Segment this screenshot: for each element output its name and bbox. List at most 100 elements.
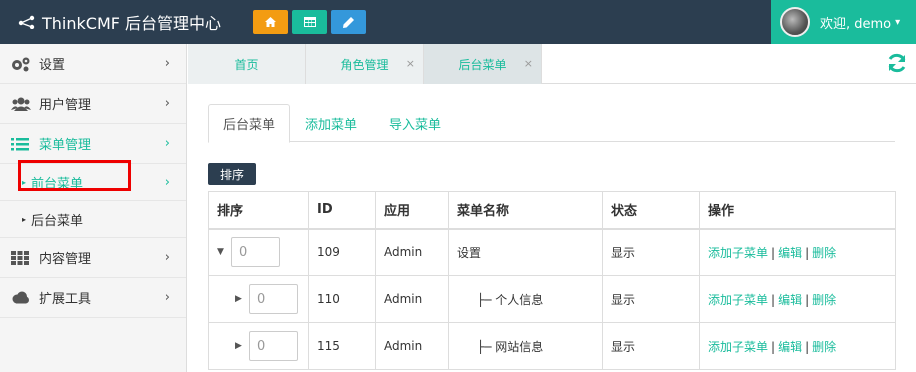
sidebar-item-label: 用户管理 xyxy=(39,98,92,113)
separator: | xyxy=(805,292,810,307)
sidebar-item-label: 内容管理 xyxy=(39,252,92,267)
collapse-arrow-icon[interactable]: ▼ xyxy=(217,247,231,257)
separator: | xyxy=(805,339,810,354)
column-header-app: 应用 xyxy=(375,191,449,230)
sidebar-item-settings[interactable]: 设置 › xyxy=(0,44,186,84)
column-header-menu-name: 菜单名称 xyxy=(448,191,603,230)
users-icon xyxy=(11,96,31,112)
avatar xyxy=(780,7,810,37)
sidebar: 设置 › 用户管理 › 菜单管理 › ▸ 前台菜单 › ▸ 后台菜单 内容管理 … xyxy=(0,44,187,372)
menu-table: 排序 ID 应用 菜单名称 状态 操作 ▼ 0 109 Admin 设置 显示 … xyxy=(208,191,896,370)
tab-label: 首页 xyxy=(234,57,259,72)
separator: | xyxy=(771,292,776,307)
sidebar-item-label: 扩展工具 xyxy=(39,292,92,307)
sidebar-item-label: 设置 xyxy=(39,58,66,73)
user-menu[interactable]: 欢迎, demo ▾ xyxy=(771,0,916,44)
status-cell: 显示 xyxy=(602,322,700,370)
order-input[interactable]: 0 xyxy=(249,331,298,361)
close-icon[interactable]: × xyxy=(524,57,533,70)
refresh-icon xyxy=(888,53,906,73)
th-icon xyxy=(11,250,31,265)
app-cell: Admin xyxy=(375,228,449,276)
order-input[interactable]: 0 xyxy=(231,237,280,268)
id-cell: 109 xyxy=(308,228,376,276)
highlight-box xyxy=(18,160,131,191)
sidebar-item-label: 菜单管理 xyxy=(39,138,92,153)
separator: | xyxy=(771,339,776,354)
tab-home[interactable]: 首页 xyxy=(188,44,306,84)
subtab-add-menu[interactable]: 添加菜单 xyxy=(291,104,371,142)
app-cell: Admin xyxy=(375,275,449,323)
top-navbar: ThinkCMF 后台管理中心 欢迎, demo ▾ xyxy=(0,0,916,44)
sidebar-item-content[interactable]: 内容管理 › xyxy=(0,238,186,278)
brand[interactable]: ThinkCMF 后台管理中心 xyxy=(18,0,221,44)
delete-link[interactable]: 删除 xyxy=(812,293,836,307)
home-button[interactable] xyxy=(253,10,288,34)
main-content: 后台菜单 添加菜单 导入菜单 排序 排序 ID 应用 菜单名称 状态 操作 ▼ … xyxy=(188,84,916,372)
close-icon[interactable]: × xyxy=(406,57,415,70)
delete-link[interactable]: 删除 xyxy=(812,340,836,354)
sidebar-subitem-label: 后台菜单 xyxy=(31,213,84,229)
tab-label: 角色管理 xyxy=(340,57,389,72)
grid-icon xyxy=(303,17,316,27)
status-cell: 显示 xyxy=(602,275,700,323)
chevron-right-icon: › xyxy=(164,56,170,71)
column-header-order: 排序 xyxy=(208,191,309,230)
list-icon xyxy=(11,137,31,151)
separator: | xyxy=(805,245,810,260)
column-header-status: 状态 xyxy=(602,191,700,230)
add-child-link[interactable]: 添加子菜单 xyxy=(708,246,768,260)
table-row: ▼ 0 109 Admin 设置 显示 添加子菜单 | 编辑 | 删除 xyxy=(208,228,896,276)
home-icon xyxy=(265,17,276,27)
add-child-link[interactable]: 添加子菜单 xyxy=(708,293,768,307)
separator: | xyxy=(771,245,776,260)
order-cell: ▼ 0 xyxy=(217,237,308,268)
table-header-row: 排序 ID 应用 菜单名称 状态 操作 xyxy=(208,191,896,230)
tab-admin-menu[interactable]: 后台菜单 × xyxy=(424,44,542,84)
menu-name-cell: 设置 xyxy=(448,228,603,276)
order-input[interactable]: 0 xyxy=(249,284,298,314)
share-icon xyxy=(18,15,35,29)
subtab-admin-menu[interactable]: 后台菜单 xyxy=(208,104,291,143)
sidebar-item-menus[interactable]: 菜单管理 › xyxy=(0,124,186,164)
expand-arrow-icon[interactable]: ▶ xyxy=(235,341,249,351)
cloud-icon xyxy=(11,291,31,304)
user-greeting: 欢迎, demo xyxy=(820,16,892,32)
expand-arrow-icon[interactable]: ▶ xyxy=(235,294,249,304)
edit-link[interactable]: 编辑 xyxy=(778,246,802,260)
edit-link[interactable]: 编辑 xyxy=(778,293,802,307)
menu-name-cell: ├─ 网站信息 xyxy=(448,322,603,370)
status-cell: 显示 xyxy=(602,228,700,276)
chevron-right-icon: › xyxy=(164,96,170,111)
table-row: ▶ 0 110 Admin ├─ 个人信息 显示 添加子菜单 | 编辑 | 删除 xyxy=(208,275,896,323)
delete-link[interactable]: 删除 xyxy=(812,246,836,260)
sidebar-subitem-admin-menu[interactable]: ▸ 后台菜单 xyxy=(0,201,186,238)
refresh-button[interactable] xyxy=(886,52,908,78)
sidebar-item-users[interactable]: 用户管理 › xyxy=(0,84,186,124)
sort-button[interactable]: 排序 xyxy=(208,163,256,185)
edit-link[interactable]: 编辑 xyxy=(778,340,802,354)
chevron-right-icon: › xyxy=(164,250,170,265)
chevron-right-icon: › xyxy=(164,136,170,151)
order-cell: ▶ 0 xyxy=(217,284,308,314)
column-header-actions: 操作 xyxy=(699,191,896,230)
chevron-right-icon: › xyxy=(164,175,170,190)
actions-cell: 添加子菜单 | 编辑 | 删除 xyxy=(699,228,896,276)
column-header-id: ID xyxy=(308,191,376,230)
sidebar-item-extensions[interactable]: 扩展工具 › xyxy=(0,278,186,318)
subtab-import-menu[interactable]: 导入菜单 xyxy=(375,104,455,142)
brand-title: ThinkCMF 后台管理中心 xyxy=(42,14,222,33)
app-cell: Admin xyxy=(375,322,449,370)
actions-cell: 添加子菜单 | 编辑 | 删除 xyxy=(699,275,896,323)
tab-role-management[interactable]: 角色管理 × xyxy=(306,44,424,84)
tab-label: 后台菜单 xyxy=(458,57,507,72)
grid-button[interactable] xyxy=(292,10,327,34)
id-cell: 110 xyxy=(308,275,376,323)
edit-button[interactable] xyxy=(331,10,366,34)
add-child-link[interactable]: 添加子菜单 xyxy=(708,340,768,354)
pencil-icon xyxy=(343,16,354,28)
caret-right-icon: ▸ xyxy=(22,214,27,224)
table-row: ▶ 0 115 Admin ├─ 网站信息 显示 添加子菜单 | 编辑 | 删除 xyxy=(208,322,896,370)
actions-cell: 添加子菜单 | 编辑 | 删除 xyxy=(699,322,896,370)
content-tabs: 后台菜单 添加菜单 导入菜单 xyxy=(208,104,895,143)
